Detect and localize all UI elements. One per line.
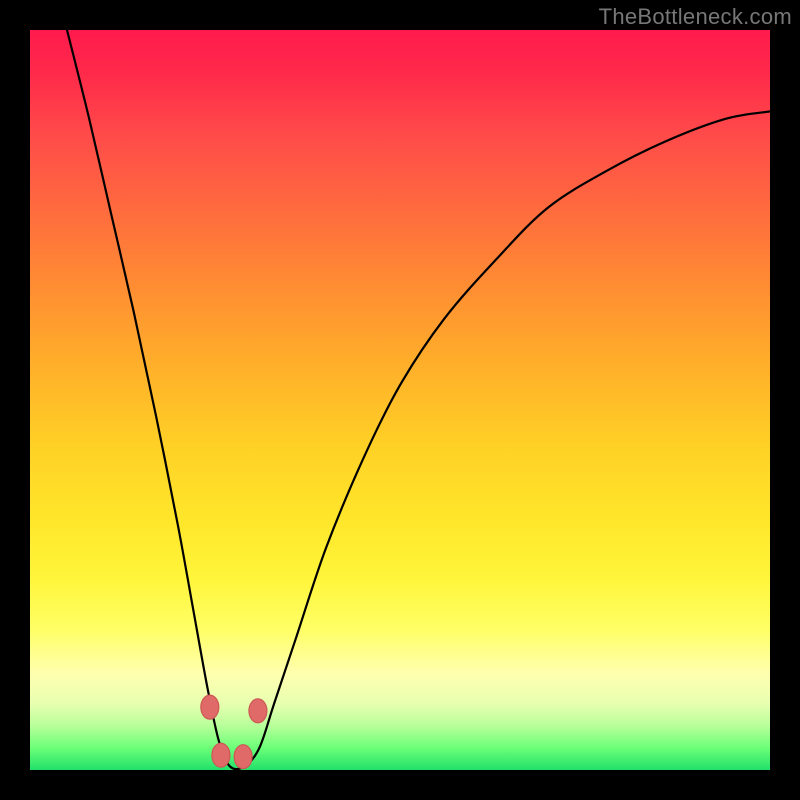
chart-frame: TheBottleneck.com [0,0,800,800]
marker-1 [212,743,230,767]
plot-area [30,30,770,770]
marker-0 [201,695,219,719]
marker-3 [249,699,267,723]
marker-2 [234,745,252,769]
bottleneck-curve [67,30,770,769]
markers-group [201,695,267,769]
curve-layer [30,30,770,770]
watermark-text: TheBottleneck.com [599,4,792,30]
